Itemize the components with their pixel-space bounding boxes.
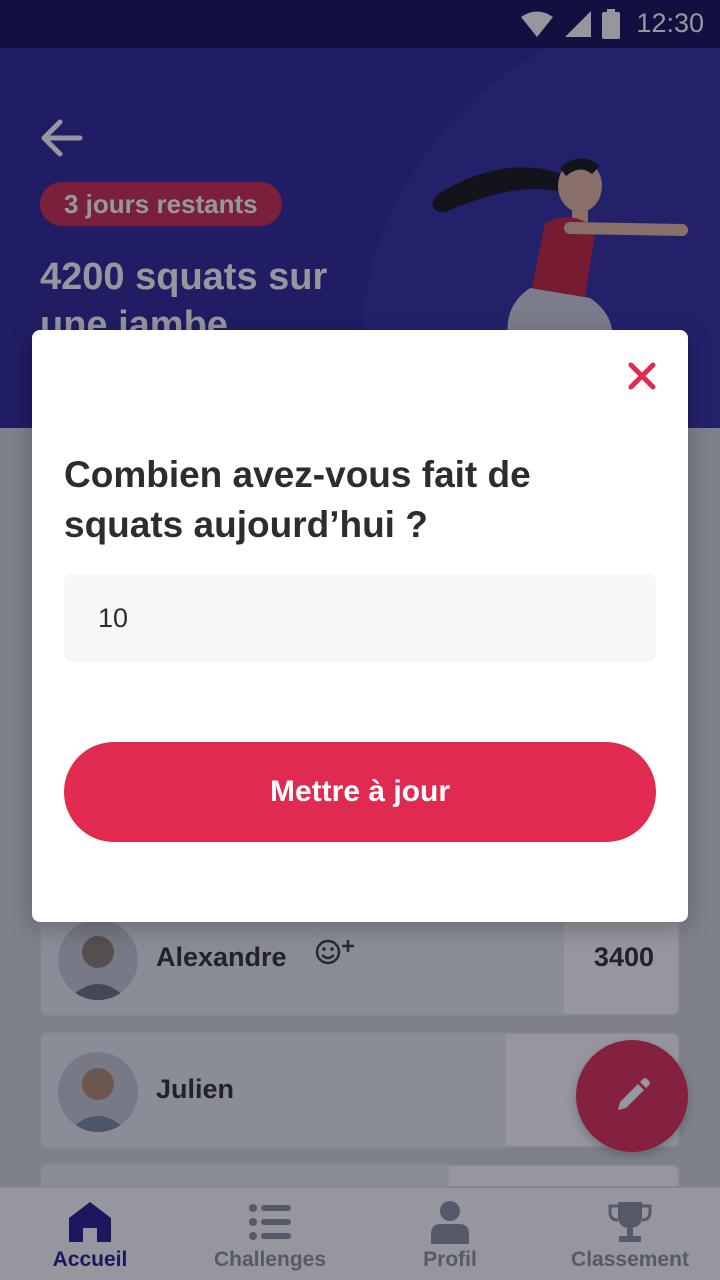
update-button[interactable]: Mettre à jour [64,742,656,842]
squat-count-input[interactable] [64,574,656,662]
close-icon[interactable] [626,360,658,392]
update-progress-dialog: Combien avez-vous fait de squats aujourd… [32,330,688,922]
dialog-question: Combien avez-vous fait de squats aujourd… [64,454,531,545]
